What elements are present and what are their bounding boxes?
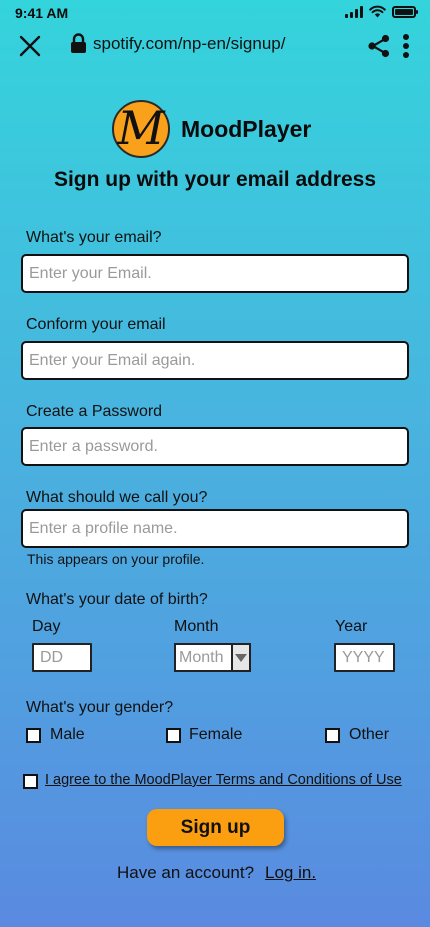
address-bar[interactable]: spotify.com/np-en/signup/ bbox=[70, 33, 285, 54]
wifi-icon bbox=[369, 5, 386, 18]
confirm-email-input[interactable] bbox=[21, 341, 409, 380]
more-options-button[interactable] bbox=[398, 32, 414, 60]
status-time: 9:41 AM bbox=[15, 5, 69, 21]
more-dot-icon bbox=[403, 52, 409, 58]
terms-link[interactable]: I agree to the MoodPlayer Terms and Cond… bbox=[45, 772, 402, 788]
gender-label: What's your gender? bbox=[26, 699, 174, 716]
email-label: What's your email? bbox=[26, 229, 162, 246]
dob-month-placeholder: Month bbox=[179, 649, 224, 666]
password-input[interactable] bbox=[21, 427, 409, 466]
dob-year-label: Year bbox=[335, 618, 368, 635]
page-title: Sign up with your email address bbox=[53, 168, 377, 191]
cellular-signal-icon bbox=[345, 5, 363, 18]
gender-other-label: Other bbox=[349, 726, 390, 743]
share-button[interactable] bbox=[367, 34, 391, 58]
dropdown-arrow bbox=[231, 645, 249, 670]
login-link[interactable]: Log in. bbox=[265, 863, 316, 883]
close-button[interactable] bbox=[18, 34, 42, 58]
signup-button[interactable]: Sign up bbox=[147, 809, 284, 846]
gender-other-checkbox[interactable] bbox=[325, 728, 340, 743]
have-account-text: Have an account? bbox=[117, 863, 255, 882]
profile-name-helper: This appears on your profile. bbox=[27, 551, 205, 567]
chevron-down-icon bbox=[235, 653, 247, 662]
logo-letter: M bbox=[117, 101, 165, 155]
url-text: spotify.com/np-en/signup/ bbox=[93, 33, 286, 53]
status-icons bbox=[345, 5, 418, 18]
battery-icon bbox=[392, 5, 418, 18]
dob-label: What's your date of birth? bbox=[26, 591, 208, 608]
dob-day-input[interactable] bbox=[32, 643, 92, 672]
more-dot-icon bbox=[403, 34, 409, 40]
dob-year-input[interactable] bbox=[334, 643, 395, 672]
share-icon bbox=[368, 34, 390, 58]
brand-name: MoodPlayer bbox=[181, 115, 312, 142]
profile-name-input[interactable] bbox=[21, 509, 409, 548]
brand-header: M MoodPlayer bbox=[112, 100, 311, 158]
close-icon bbox=[19, 35, 41, 57]
more-dot-icon bbox=[403, 43, 409, 49]
browser-toolbar: spotify.com/np-en/signup/ bbox=[0, 28, 430, 64]
gender-female-label: Female bbox=[189, 726, 243, 743]
status-bar: 9:41 AM bbox=[0, 0, 430, 26]
dob-day-label: Day bbox=[32, 618, 61, 635]
gender-male-label: Male bbox=[50, 726, 85, 743]
lock-icon bbox=[71, 33, 86, 53]
moodplayer-logo: M bbox=[112, 100, 170, 158]
confirm-email-label: Conform your email bbox=[26, 316, 166, 333]
dob-month-select[interactable]: Month bbox=[174, 643, 251, 672]
profile-name-label: What should we call you? bbox=[26, 489, 208, 506]
terms-checkbox[interactable] bbox=[23, 774, 38, 789]
dob-month-label: Month bbox=[174, 618, 219, 635]
gender-male-checkbox[interactable] bbox=[26, 728, 41, 743]
password-label: Create a Password bbox=[26, 403, 163, 420]
gender-female-checkbox[interactable] bbox=[166, 728, 181, 743]
email-input[interactable] bbox=[21, 254, 409, 293]
